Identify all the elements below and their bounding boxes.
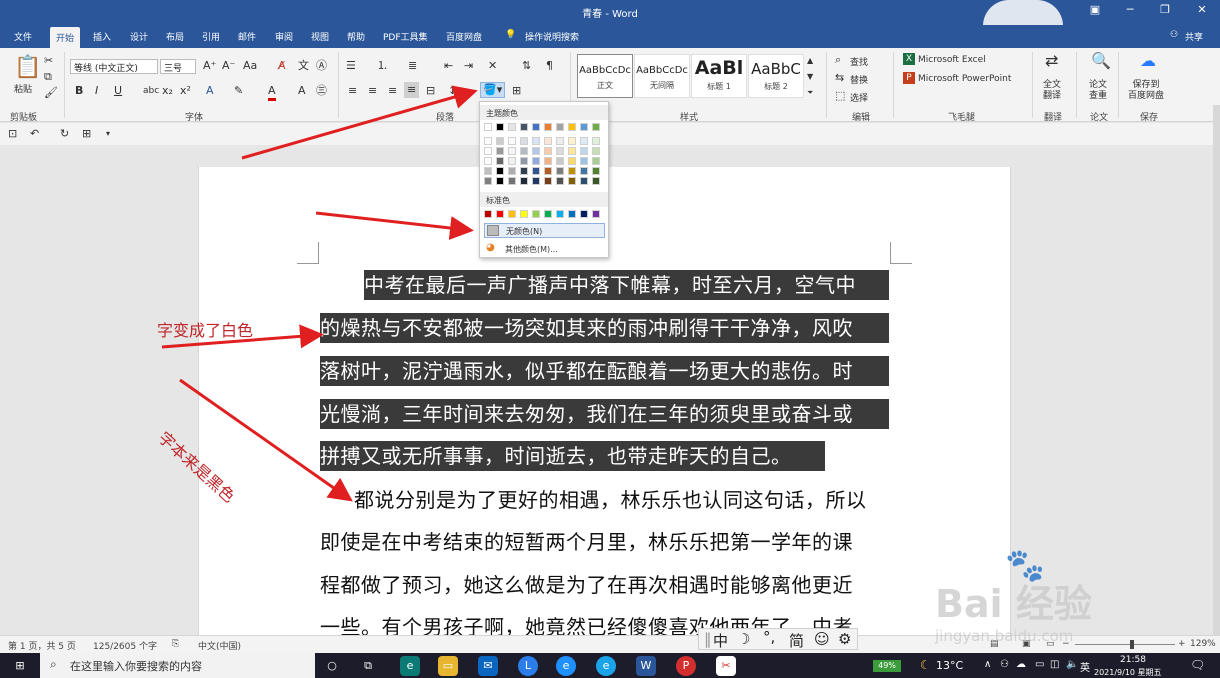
taskbar-search[interactable]: ⌕ 在这里输入你要搜索的内容 [40,653,315,678]
watermark-url: jingyan.baidu.com [935,627,1074,645]
battery-icon[interactable]: ▭ [1035,659,1044,670]
task-view-icon[interactable]: ⧉ [358,656,378,676]
input-language[interactable]: 英 [1080,659,1090,674]
cortana-icon[interactable]: ○ [322,656,342,676]
ime-simplified[interactable]: 简 [789,630,804,651]
ime-mode[interactable]: 中 [713,630,728,651]
annotation-white-text: 字变成了白色 [157,321,254,340]
temperature[interactable]: 13°C [936,659,963,672]
page-count[interactable]: 第 1 页，共 5 页 [8,639,76,652]
mail-icon[interactable]: ✉ [478,656,498,676]
snip-icon[interactable]: ✂ [716,656,736,676]
word-count[interactable]: 125/2605 个字 [93,639,157,652]
ime-toolbar: ‖ 中 ☽ °, 简 ☺ ⚙ [698,628,858,650]
volume-icon[interactable]: 🔈 [1066,659,1078,670]
punctuation-icon[interactable]: °, [763,628,775,646]
ie-icon[interactable]: e [556,656,576,676]
clock-date[interactable]: 2021/9/10 星期五 [1094,667,1162,678]
arrow-to-shading-button [241,85,478,160]
onedrive-icon[interactable]: ☁ [1016,659,1026,670]
emoji-icon[interactable]: ☺ [814,630,830,648]
notification-icon[interactable]: 🗨 [1190,658,1205,672]
windows-start-icon[interactable]: ⊞ [10,656,30,676]
clock-time[interactable]: 21:58 [1120,655,1146,665]
settings-icon[interactable]: ⚙ [838,630,851,648]
watermark-brand: Bai 经验 [935,582,1092,626]
edge-icon[interactable]: e [400,656,420,676]
search-icon: ⌕ [50,657,57,671]
moon-icon[interactable]: ☽ [737,630,750,648]
people-icon[interactable]: ⚇ [1000,659,1009,670]
pdf-app-icon[interactable]: P [676,656,696,676]
battery-indicator[interactable]: 49% [873,660,901,672]
language-status[interactable]: 中文(中国) [198,639,241,652]
file-explorer-icon[interactable]: ▭ [438,656,458,676]
app-l-icon[interactable]: L [518,656,538,676]
word-taskbar-icon[interactable]: W [636,656,656,676]
taskbar: ⊞ ⌕ 在这里输入你要搜索的内容 ○ ⧉ e ▭ ✉ L e e W P ✂ 4… [0,653,1220,678]
proofing-icon[interactable]: ⎘ [172,639,179,649]
weather-icon: ☾ [920,658,931,672]
ime-handle[interactable]: ‖ [704,630,712,648]
browser-icon[interactable]: e [596,656,616,676]
tray-chevron-icon[interactable]: ∧ [984,659,991,670]
network-icon[interactable]: ◫ [1050,659,1059,670]
arrow-to-no-color [315,211,474,240]
taskbar-search-text: 在这里输入你要搜索的内容 [70,660,202,673]
baidu-watermark: 🐾 Bai 经验 jingyan.baidu.com [935,543,1220,653]
